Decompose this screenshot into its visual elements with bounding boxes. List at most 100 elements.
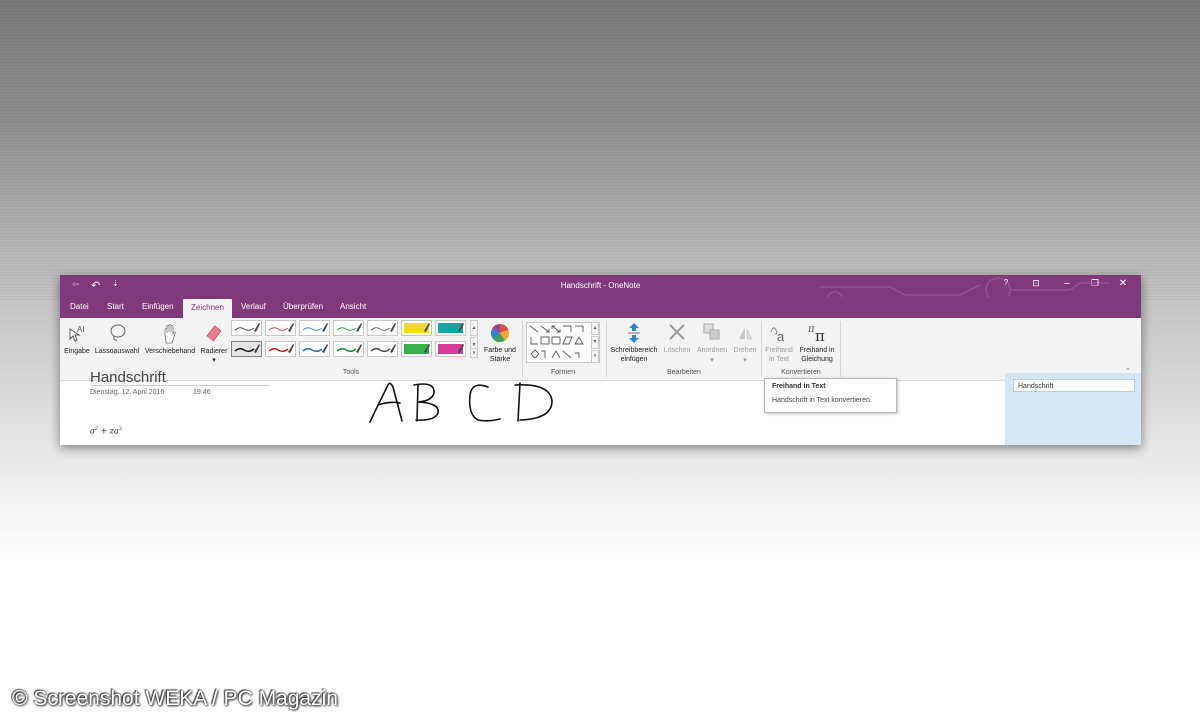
freihand-in-gleichung-button[interactable]: π π Freihand in Gleichung xyxy=(796,320,838,365)
tab-einfuegen[interactable]: Einfügen xyxy=(142,302,174,311)
anordnen-dropdown-icon[interactable]: ▾ xyxy=(694,356,730,364)
highlighter-swatch[interactable] xyxy=(435,341,466,357)
close-button[interactable]: ✕ xyxy=(1113,278,1133,289)
shapes-up-icon[interactable]: ▲ xyxy=(591,322,599,335)
pen-swatch[interactable] xyxy=(367,320,398,336)
group-separator xyxy=(840,321,841,377)
highlighter-icon xyxy=(404,323,430,333)
pen-icon xyxy=(336,344,362,353)
svg-text:AI: AI xyxy=(77,325,85,334)
fullscreen-button[interactable]: ⊡ xyxy=(1026,278,1046,289)
pen-icon xyxy=(268,344,294,353)
shapes-gallery[interactable] xyxy=(526,322,600,363)
highlighter-swatch[interactable] xyxy=(401,341,432,357)
insert-space-icon xyxy=(628,323,640,343)
tab-ansicht[interactable]: Ansicht xyxy=(340,302,366,311)
pen-swatch[interactable] xyxy=(367,341,398,357)
tab-zeichnen[interactable]: Zeichnen xyxy=(183,299,232,318)
pen-swatch[interactable] xyxy=(231,320,262,336)
schreibbereich-einfuegen-button[interactable]: Schreibbereich einfügen xyxy=(608,320,660,365)
svg-text:π: π xyxy=(807,324,815,335)
konvertieren-group-label: Konvertieren xyxy=(781,369,821,376)
svg-text:a: a xyxy=(777,329,785,344)
pen-icon xyxy=(370,344,396,353)
highlighter-icon xyxy=(404,344,430,354)
anordnen-button[interactable]: Anordnen ▾ xyxy=(694,320,730,368)
eingabe-button[interactable]: AI Eingabe xyxy=(62,320,92,365)
pen-icon xyxy=(302,323,328,332)
pen-swatch[interactable] xyxy=(333,341,364,357)
highlighter-icon xyxy=(438,323,464,333)
pen-gallery-more-icon[interactable]: ▾ xyxy=(470,348,478,358)
farbe-label-line2: Stärke xyxy=(489,356,511,363)
freihand-in-text-button[interactable]: a Freihand in Text xyxy=(763,320,795,365)
drehen-dropdown-icon[interactable]: ▾ xyxy=(731,356,759,364)
pen-icon xyxy=(234,323,260,332)
schreibbereich-label-line2: einfügen xyxy=(620,356,648,363)
backdrop xyxy=(0,0,1200,300)
pen-swatch[interactable] xyxy=(299,320,330,336)
ink-to-text-icon: a xyxy=(770,327,785,344)
freihand-gleichung-label-line1: Freihand in xyxy=(799,347,835,354)
group-separator xyxy=(761,321,762,377)
page-canvas[interactable]: Handschrift Dienstag, 12. April 2016 19:… xyxy=(60,369,1141,445)
pen-swatch[interactable] xyxy=(265,341,296,357)
radierer-dropdown-icon[interactable]: ▾ xyxy=(199,356,229,364)
lasso-label: Lassoauswahl xyxy=(94,348,140,355)
pen-icon xyxy=(336,323,362,332)
pen-gallery-up-icon[interactable]: ▲ xyxy=(470,320,478,336)
pen-swatch[interactable] xyxy=(231,341,262,357)
tab-verlauf[interactable]: Verlauf xyxy=(241,302,266,311)
pen-swatch[interactable] xyxy=(333,320,364,336)
window-title: Handschrift - OneNote xyxy=(560,281,641,290)
loeschen-button[interactable]: Löschen xyxy=(661,320,693,365)
formula[interactable]: a2 + za3 xyxy=(90,426,122,436)
freihand-text-label-line2: in Text xyxy=(768,356,790,363)
arrange-icon xyxy=(703,323,720,340)
tooltip-title: Freihand in Text xyxy=(772,383,826,390)
tab-datei[interactable]: Datei xyxy=(70,302,89,311)
highlighter-icon xyxy=(438,344,464,354)
radierer-button[interactable]: Radierer ▾ xyxy=(199,320,229,368)
maximize-button[interactable]: ❐ xyxy=(1085,278,1105,289)
tooltip: Freihand in Text Handschrift in Text kon… xyxy=(764,378,897,413)
page-list-item[interactable]: Handschrift xyxy=(1013,379,1135,392)
handwriting-ink[interactable] xyxy=(360,375,560,425)
page-title[interactable]: Handschrift xyxy=(90,369,166,386)
loeschen-label: Löschen xyxy=(663,347,691,354)
drehen-label: Drehen xyxy=(733,347,757,354)
pen-swatch[interactable] xyxy=(265,320,296,336)
ribbon: AI Eingabe Lassoauswahl Verschiebehand R… xyxy=(60,318,1141,381)
pen-icon xyxy=(268,323,294,332)
highlighter-swatch[interactable] xyxy=(435,320,466,336)
radierer-label: Radierer xyxy=(200,348,228,355)
tab-start[interactable]: Start xyxy=(107,302,124,311)
lasso-button[interactable]: Lassoauswahl xyxy=(93,320,141,365)
rotate-icon xyxy=(739,327,753,340)
shapes-icons xyxy=(529,325,584,359)
schreibbereich-label-line1: Schreibbereich xyxy=(610,347,658,354)
farbe-staerke-button[interactable]: Farbe und Stärke xyxy=(480,320,520,365)
eraser-icon xyxy=(206,325,222,342)
verschiebehand-button[interactable]: Verschiebehand xyxy=(142,320,198,365)
onenote-window: ⇦ ↶ ⇣ Handschrift - OneNote ? ⊡ – ❐ ✕ Da… xyxy=(60,275,1141,445)
shapes-more-icon[interactable]: ▾ xyxy=(591,350,599,363)
delete-x-icon xyxy=(669,324,685,340)
text-cursor-icon: AI xyxy=(69,325,85,342)
minimize-button[interactable]: – xyxy=(1057,278,1077,289)
pen-gallery xyxy=(231,320,481,360)
pen-swatch[interactable] xyxy=(299,341,330,357)
drehen-button[interactable]: Drehen ▾ xyxy=(731,320,759,368)
pen-icon xyxy=(234,344,260,353)
tab-ueberpruefen[interactable]: Überprüfen xyxy=(283,302,323,311)
verschiebehand-label: Verschiebehand xyxy=(144,348,196,355)
copyright-watermark: © Screenshot WEKA / PC Magazin xyxy=(12,687,338,710)
highlighter-swatch[interactable] xyxy=(401,320,432,336)
anordnen-label: Anordnen xyxy=(696,347,728,354)
pen-icon xyxy=(302,344,328,353)
title-bar: ⇦ ↶ ⇣ Handschrift - OneNote ? ⊡ – ❐ ✕ xyxy=(60,275,1141,317)
tooltip-description: Handschrift in Text konvertieren. xyxy=(772,397,872,404)
help-button[interactable]: ? xyxy=(996,278,1016,287)
hand-icon xyxy=(164,324,176,344)
shapes-down-icon[interactable]: ▼ xyxy=(591,336,599,349)
